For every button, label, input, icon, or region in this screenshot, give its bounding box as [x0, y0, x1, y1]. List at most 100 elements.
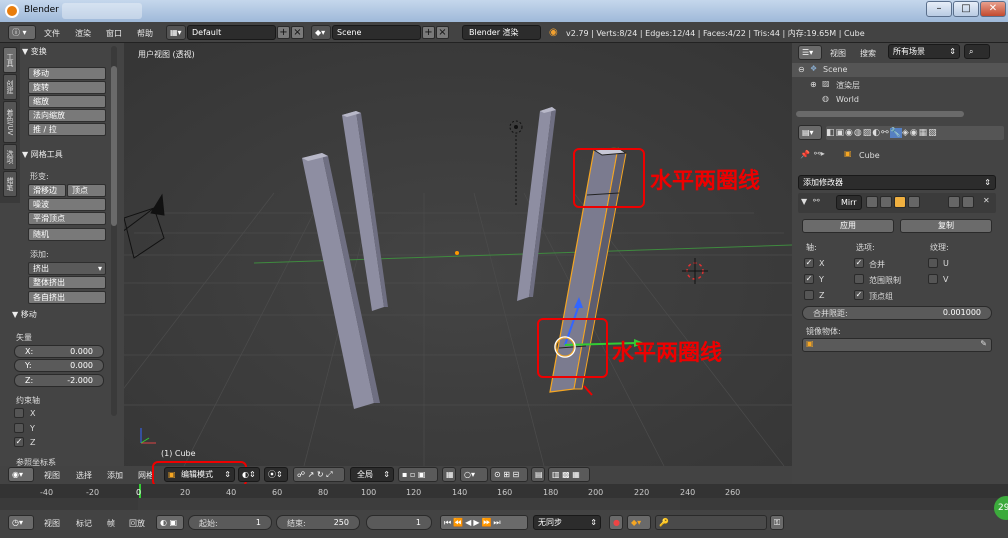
mirror-object-field[interactable]: ▣ ✎: [802, 338, 992, 352]
close-button[interactable]: ✕: [980, 1, 1006, 17]
timeline-menu-playback[interactable]: 回放: [129, 518, 145, 529]
extrude-region-button[interactable]: 整体挤出: [28, 276, 106, 289]
background-window-tab[interactable]: [62, 3, 142, 19]
slide-edge-button[interactable]: 滑移边: [28, 184, 66, 197]
outliner-menu-search[interactable]: 搜索: [860, 48, 876, 59]
modifier-name-field[interactable]: Mirr: [836, 195, 862, 210]
texture-u-checkbox[interactable]: [928, 258, 938, 268]
eyedropper-icon[interactable]: ✎: [980, 339, 987, 348]
scene-select[interactable]: Scene: [332, 25, 421, 40]
vector-y-field[interactable]: Y: 0.000: [14, 359, 104, 372]
editor-type-timeline-button[interactable]: ◷▾: [8, 515, 34, 530]
smooth-vertex-button[interactable]: 平滑顶点: [28, 212, 106, 225]
viewport-menu-add[interactable]: 添加: [107, 470, 123, 481]
mesh-tools-panel-title[interactable]: ▼ 网格工具: [22, 149, 63, 160]
menu-render[interactable]: 渲染: [75, 28, 91, 39]
tab-shading-uv[interactable]: 着色/UV: [3, 101, 17, 143]
expand-icon[interactable]: ⊖: [798, 65, 805, 74]
active-keying-set-field[interactable]: 🔑: [655, 515, 767, 530]
editmode-toggle-icon[interactable]: [894, 196, 906, 208]
editor-type-properties-button[interactable]: ▤▾: [798, 125, 822, 140]
add-modifier-select[interactable]: 添加修改器 ⇕: [798, 175, 996, 190]
pin-icon[interactable]: 📌: [800, 150, 810, 159]
menu-window[interactable]: 窗口: [106, 28, 122, 39]
end-frame-field[interactable]: 结束: 250: [276, 515, 360, 530]
sync-mode-select[interactable]: 无同步 ⇕: [533, 515, 601, 530]
keying-set-button[interactable]: ◆▾: [627, 515, 651, 530]
maximize-button[interactable]: □: [953, 1, 979, 17]
outliner-filter-select[interactable]: 所有场景 ⇕: [888, 44, 960, 59]
outliner-menu-view[interactable]: 视图: [830, 48, 846, 59]
layout-remove-button[interactable]: ×: [291, 26, 304, 39]
mirror-axis-y-checkbox[interactable]: ✓: [804, 274, 814, 284]
limit-selection-button[interactable]: ▦: [442, 467, 456, 482]
opengl-render-button[interactable]: ▤: [531, 467, 545, 482]
constraint-z-checkbox[interactable]: ✓: [14, 437, 24, 447]
scene-add-button[interactable]: +: [422, 26, 435, 39]
texture-v-checkbox[interactable]: [928, 274, 938, 284]
mirror-axis-x-checkbox[interactable]: ✓: [804, 258, 814, 268]
select-mode-group[interactable]: ▪ ▫ ▣: [398, 467, 438, 482]
tab-grease-pencil[interactable]: 蜡笔: [3, 171, 17, 197]
menu-help[interactable]: 帮助: [137, 28, 153, 39]
tab-create[interactable]: 创建: [3, 74, 17, 100]
merge-checkbox[interactable]: ✓: [854, 258, 864, 268]
preview-range-button[interactable]: ◐ ▣: [156, 515, 184, 530]
viewport-menu-select[interactable]: 选择: [76, 470, 92, 481]
timeline-menu-marker[interactable]: 标记: [76, 518, 92, 529]
current-frame-field[interactable]: 1: [366, 515, 432, 530]
shrink-fatten-button[interactable]: 法向缩放: [28, 109, 106, 122]
tab-options[interactable]: 选项: [3, 144, 17, 170]
pivot-point-select[interactable]: ⦿⇕: [264, 467, 288, 482]
viewport-toggle-icon[interactable]: [880, 196, 892, 208]
move-down-icon[interactable]: [962, 196, 974, 208]
auto-keying-button[interactable]: ●: [609, 515, 623, 530]
outliner-search-field[interactable]: ⌕: [964, 44, 990, 59]
slide-vertex-button[interactable]: 顶点: [67, 184, 106, 197]
scene-remove-button[interactable]: ×: [436, 26, 449, 39]
push-pull-button[interactable]: 推 / 拉: [28, 123, 106, 136]
timeline-menu-view[interactable]: 视图: [44, 518, 60, 529]
operator-panel-title[interactable]: ▼ 移动: [12, 309, 37, 320]
vector-x-field[interactable]: X: 0.000: [14, 345, 104, 358]
expand-icon[interactable]: ⊕: [810, 80, 817, 89]
insert-keyframe-button[interactable]: ⚿: [770, 515, 784, 530]
randomize-button[interactable]: 随机: [28, 228, 106, 241]
merge-limit-field[interactable]: 合并限距: 0.001000: [802, 306, 992, 320]
vector-z-field[interactable]: Z: -2.000: [14, 374, 104, 387]
scrollbar-thumb[interactable]: [111, 66, 117, 226]
collapse-modifier-icon[interactable]: ▼: [801, 197, 807, 206]
extrude-individual-button[interactable]: 各自挤出: [28, 291, 106, 304]
editor-type-outliner-button[interactable]: ☰▾: [798, 45, 822, 60]
layout-add-button[interactable]: +: [277, 26, 290, 39]
viewport-shading-select[interactable]: ◐⇕: [238, 467, 260, 482]
constraint-x-checkbox[interactable]: [14, 408, 24, 418]
render-toggle-icon[interactable]: [866, 196, 878, 208]
snap-group[interactable]: ⊙ ⊞ ⊟: [490, 467, 528, 482]
cage-toggle-icon[interactable]: [908, 196, 920, 208]
minimize-button[interactable]: –: [926, 1, 952, 17]
outliner-row-world[interactable]: ◍ World: [792, 93, 1008, 107]
3d-viewport[interactable]: 用户视图 (透视) (1) Cube 水平两圈线 水平两圈线: [124, 43, 792, 466]
start-frame-field[interactable]: 起始: 1: [188, 515, 272, 530]
outliner-scrollbar[interactable]: [796, 111, 964, 117]
viewport-menu-view[interactable]: 视图: [44, 470, 60, 481]
render-buttons-group[interactable]: ▥ ▩ ▦: [548, 467, 590, 482]
extrude-dropdown[interactable]: 挤出 ▾: [28, 262, 106, 275]
viewport-menu-mesh[interactable]: 网格: [138, 470, 152, 481]
mirror-axis-z-checkbox[interactable]: [804, 290, 814, 300]
constraint-y-checkbox[interactable]: [14, 423, 24, 433]
translate-button[interactable]: 移动: [28, 67, 106, 80]
noise-button[interactable]: 噪波: [28, 198, 106, 211]
manipulator-toggle-group[interactable]: ☍ ↗ ↻ ⤢: [293, 467, 345, 482]
menu-file[interactable]: 文件: [44, 28, 60, 39]
playback-controls[interactable]: ⏮⏪◀▶⏩⏭: [440, 515, 528, 530]
clipping-checkbox[interactable]: [854, 274, 864, 284]
move-up-icon[interactable]: [948, 196, 960, 208]
scale-button[interactable]: 缩放: [28, 95, 106, 108]
remove-modifier-icon[interactable]: ✕: [983, 196, 990, 205]
transform-panel-title[interactable]: ▼ 变换: [22, 46, 47, 57]
timeline-menu-frame[interactable]: 帧: [107, 518, 115, 529]
scene-icon-button[interactable]: ◆▾: [311, 25, 331, 40]
vertex-groups-checkbox[interactable]: ✓: [854, 290, 864, 300]
